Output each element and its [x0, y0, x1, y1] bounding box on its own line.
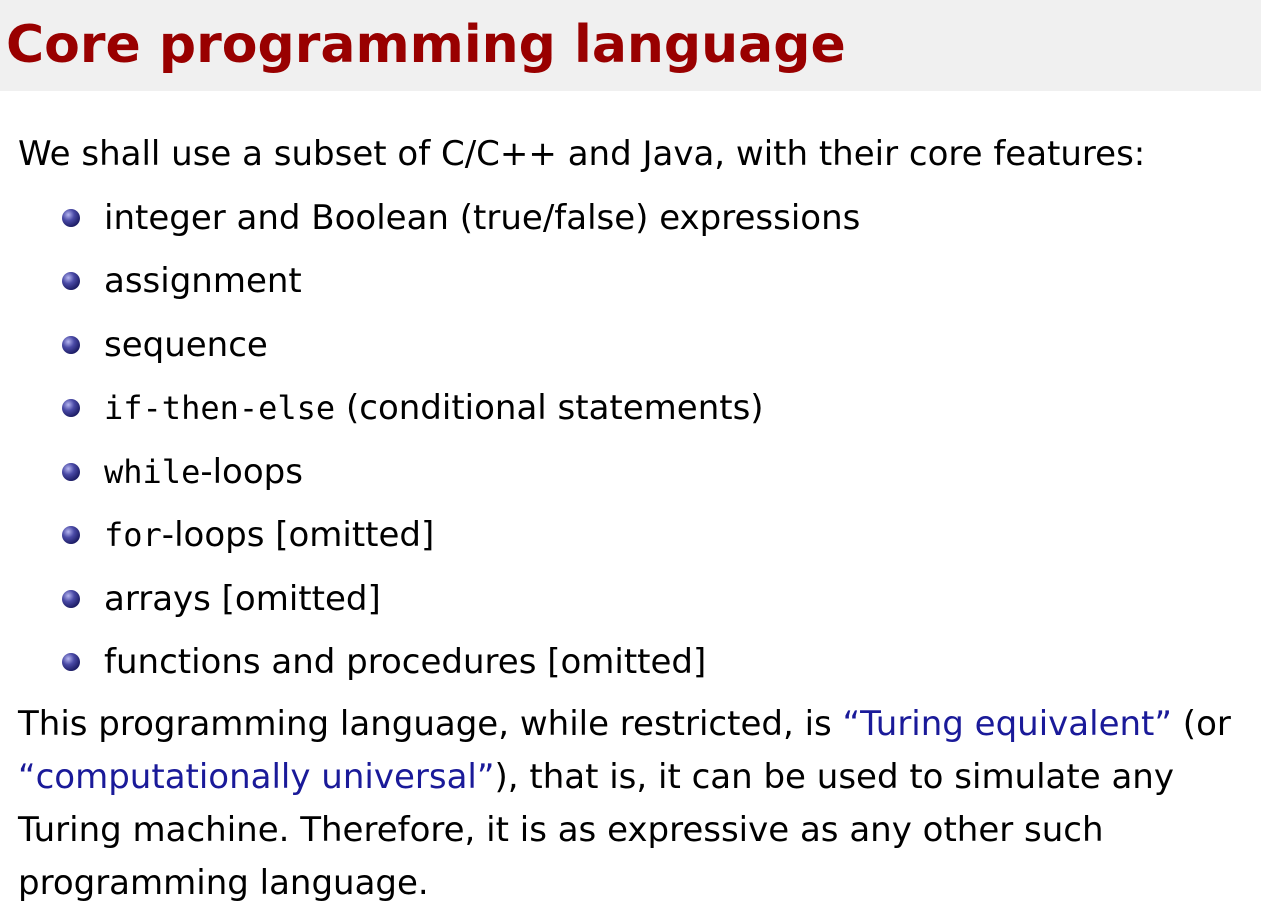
bullet-icon: [62, 590, 80, 608]
list-item-label: -loops [omitted]: [161, 515, 435, 555]
list-item-label: arrays [omitted]: [104, 579, 381, 619]
bullet-icon: [62, 463, 80, 481]
list-item-text: if-then-else (conditional statements): [104, 384, 764, 432]
list-item-text: for-loops [omitted]: [104, 511, 434, 559]
list-item-label: functions and procedures [omitted]: [104, 642, 707, 682]
list-item-label: assignment: [104, 261, 302, 301]
bullet-icon: [62, 209, 80, 227]
list-item-text: sequence: [104, 321, 268, 369]
slide-title: Core programming language: [6, 15, 846, 75]
list-item-text: functions and procedures [omitted]: [104, 638, 706, 686]
closing-text: This programming language, while restric…: [18, 704, 843, 744]
bullet-icon: [62, 272, 80, 290]
list-item-label: sequence: [104, 325, 268, 365]
code-keyword: if-then-else: [104, 389, 336, 427]
computationally-universal-term: “computationally universal”: [18, 757, 495, 797]
list-item-text: assignment: [104, 257, 302, 305]
bullet-icon: [62, 399, 80, 417]
list-item-text: integer and Boolean (true/false) express…: [104, 194, 860, 242]
turing-equivalent-term: “Turing equivalent”: [842, 704, 1172, 744]
list-item-label: integer and Boolean (true/false) express…: [104, 198, 861, 238]
bullet-icon: [62, 526, 80, 544]
title-bar: Core programming language: [0, 0, 1261, 91]
bullet-icon: [62, 336, 80, 354]
list-item-text: while-loops: [104, 448, 303, 496]
list-item-text: arrays [omitted]: [104, 575, 381, 623]
intro-text: We shall use a subset of C/C++ and Java,…: [18, 134, 1146, 174]
closing-paragraph: This programming language, while restric…: [18, 698, 1250, 910]
bullet-icon: [62, 653, 80, 671]
list-item-label: -loops: [200, 452, 303, 492]
code-keyword: while: [104, 453, 201, 491]
closing-text: (or: [1172, 704, 1231, 744]
code-keyword: for: [104, 516, 162, 554]
list-item-label: (conditional statements): [335, 388, 764, 428]
